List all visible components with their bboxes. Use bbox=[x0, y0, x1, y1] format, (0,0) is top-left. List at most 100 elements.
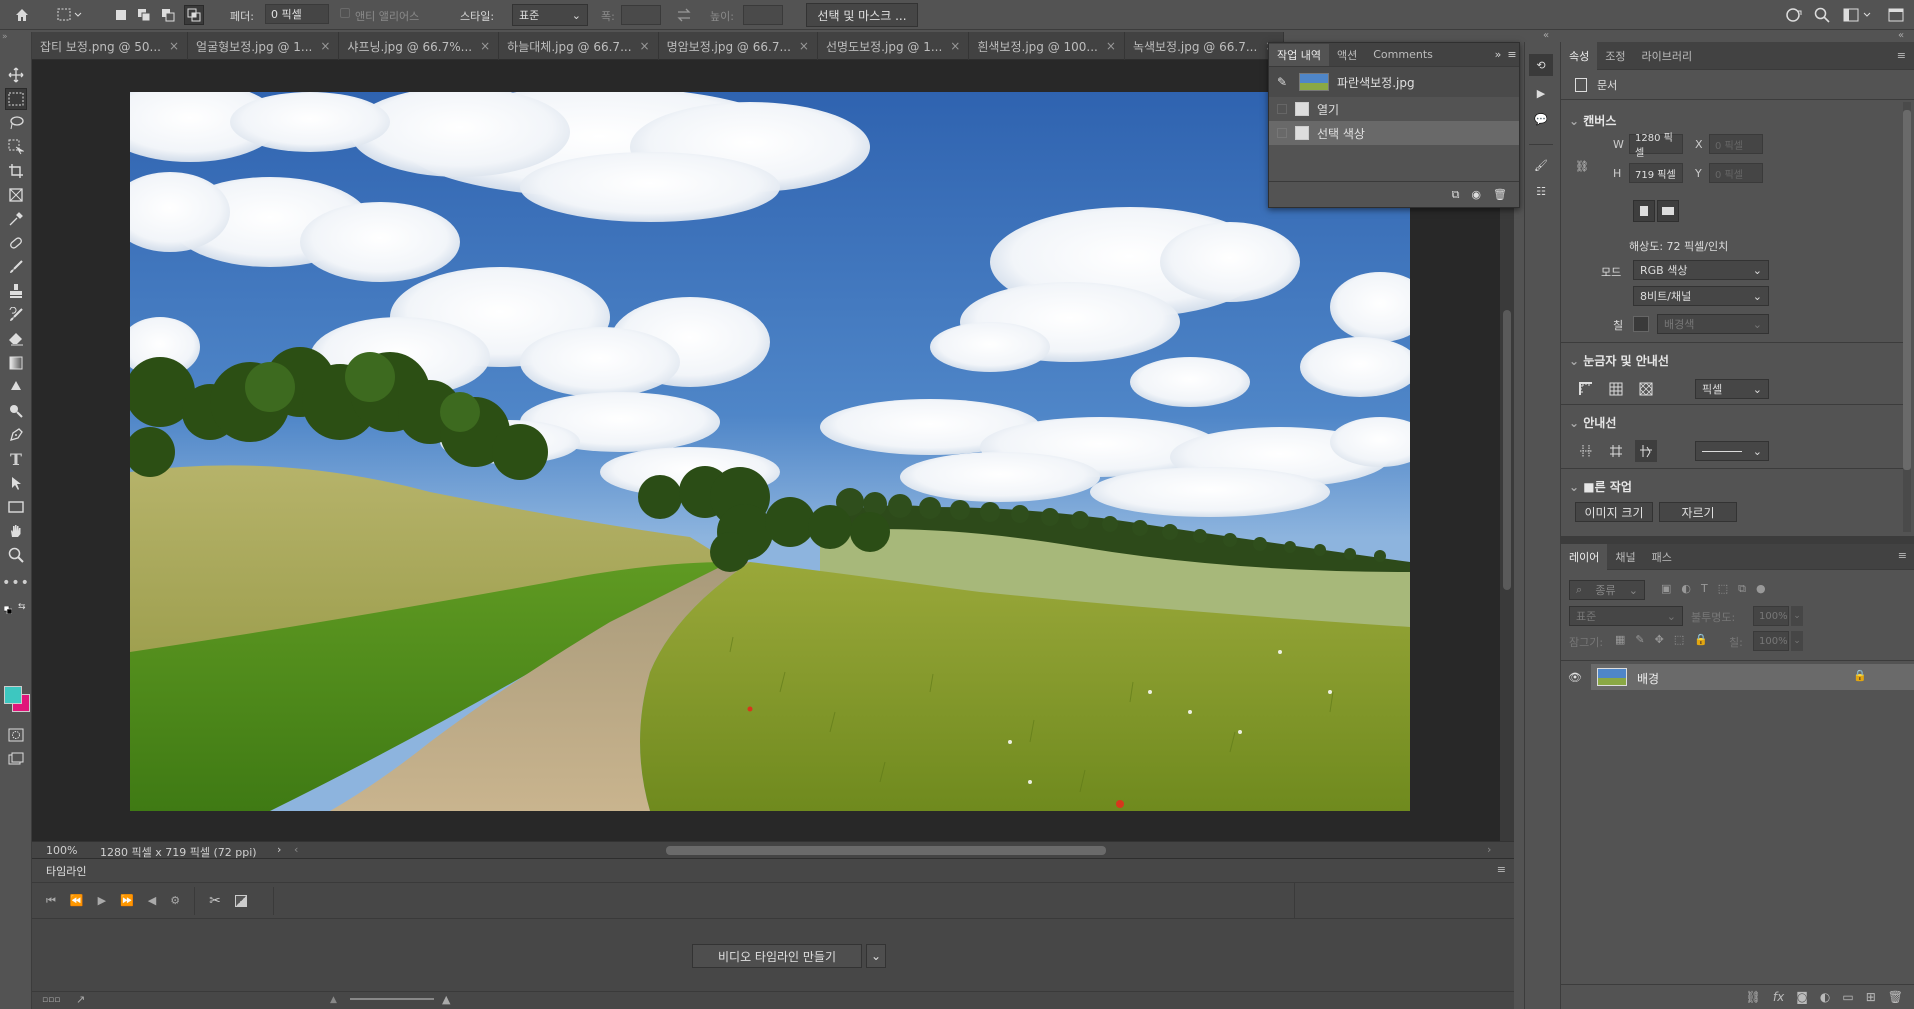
lasso-tool-icon[interactable] bbox=[5, 112, 27, 134]
close-icon[interactable]: × bbox=[799, 39, 809, 53]
quick-actions-title[interactable]: ⌄ ■른 작업 bbox=[1569, 478, 1632, 495]
dodge-tool-icon[interactable] bbox=[5, 400, 27, 422]
search-icon[interactable] bbox=[1812, 6, 1832, 24]
add-mask-icon[interactable]: ◙ bbox=[1796, 990, 1808, 1004]
scissors-icon[interactable]: ✂ bbox=[209, 893, 221, 909]
adjustment-filter-icon[interactable]: ◐ bbox=[1681, 582, 1691, 596]
opacity-input[interactable]: 100% bbox=[1753, 606, 1789, 626]
adjustment-layer-icon[interactable]: ◐ bbox=[1820, 990, 1830, 1004]
layer-name[interactable]: 배경 bbox=[1637, 670, 1659, 687]
chevron-down-icon[interactable]: ⌄ bbox=[1791, 606, 1803, 626]
lock-artboard-icon[interactable]: ⬚ bbox=[1674, 633, 1684, 646]
doc-tab[interactable]: 명암보정.jpg @ 66.7... × bbox=[659, 32, 818, 60]
quick-mask-icon[interactable] bbox=[5, 724, 27, 746]
convert-icon[interactable]: ↗ bbox=[76, 993, 85, 1006]
tab-channels[interactable]: 채널 bbox=[1607, 546, 1643, 568]
healing-brush-tool-icon[interactable] bbox=[5, 232, 27, 254]
canvas-x-input[interactable]: 0 픽셀 bbox=[1709, 134, 1763, 154]
horizontal-scrollbar-thumb[interactable] bbox=[666, 846, 1106, 855]
antialias-checkbox[interactable] bbox=[340, 8, 350, 18]
scrollbar-thumb[interactable] bbox=[1503, 310, 1511, 590]
bit-depth-select[interactable]: 8비트/채널 ⌄ bbox=[1633, 286, 1769, 306]
guide-smart-icon[interactable] bbox=[1635, 440, 1657, 462]
canvas-section-title[interactable]: ⌄ 캔버스 bbox=[1569, 112, 1616, 129]
filter-toggle-icon[interactable]: ● bbox=[1756, 582, 1766, 596]
history-snapshot[interactable]: ✎ 파란색보정.jpg bbox=[1269, 67, 1519, 97]
type-tool-icon[interactable]: T bbox=[5, 448, 27, 470]
intersect-selection-icon[interactable] bbox=[184, 5, 204, 25]
landscape-orientation-icon[interactable] bbox=[1657, 200, 1679, 222]
frame-tool-icon[interactable] bbox=[5, 184, 27, 206]
adjustments-sliders-icon[interactable]: ☷ bbox=[1529, 180, 1553, 202]
chevron-down-icon[interactable]: ⌄ bbox=[1791, 631, 1803, 651]
crop-button[interactable]: 자르기 bbox=[1659, 502, 1737, 522]
doc-tab[interactable]: 잡티 보정.png @ 50... × bbox=[32, 32, 189, 60]
panel-menu-icon[interactable]: ≡ bbox=[1898, 549, 1907, 562]
workspace-icon[interactable] bbox=[1842, 6, 1874, 24]
close-icon[interactable]: × bbox=[480, 39, 490, 53]
brush-tool-icon[interactable] bbox=[5, 256, 27, 278]
doc-tab[interactable]: 흰색보정.jpg @ 100... × bbox=[969, 32, 1125, 60]
zoom-tool-icon[interactable] bbox=[5, 544, 27, 566]
fill-swatch[interactable] bbox=[1633, 316, 1649, 332]
properties-scrollbar[interactable] bbox=[1903, 102, 1911, 532]
pen-tool-icon[interactable] bbox=[5, 424, 27, 446]
smart-object-filter-icon[interactable]: ⧉ bbox=[1738, 582, 1746, 596]
clone-stamp-tool-icon[interactable] bbox=[5, 280, 27, 302]
play-icon[interactable]: ▶ bbox=[98, 894, 106, 907]
first-frame-icon[interactable]: ⏮ bbox=[46, 894, 56, 908]
lock-icon[interactable]: 🔒 bbox=[1853, 669, 1867, 682]
gradient-tool-icon[interactable] bbox=[5, 352, 27, 374]
swap-colors-icon[interactable]: ⇆ bbox=[18, 602, 26, 612]
panel-menu-icon[interactable]: ≡ bbox=[1505, 44, 1519, 66]
scrollbar-thumb[interactable] bbox=[1903, 110, 1911, 470]
select-and-mask-button[interactable]: 선택 및 마스크 ... bbox=[806, 3, 918, 27]
folder-icon[interactable]: ▭ bbox=[1842, 990, 1853, 1004]
tab-paths[interactable]: 패스 bbox=[1644, 546, 1680, 568]
document-image[interactable] bbox=[130, 92, 1410, 811]
hand-tool-icon[interactable] bbox=[5, 520, 27, 542]
lock-position-icon[interactable]: ✥ bbox=[1655, 633, 1664, 646]
actions-play-icon[interactable]: ▶ bbox=[1529, 82, 1553, 104]
history-icon[interactable]: ⟲ bbox=[1529, 54, 1553, 76]
history-item[interactable]: 열기 bbox=[1269, 97, 1519, 121]
chevron-right-icon[interactable]: › bbox=[277, 843, 281, 856]
lock-transparent-icon[interactable]: ▦ bbox=[1615, 633, 1625, 646]
screen-mode-icon[interactable] bbox=[5, 748, 27, 770]
tab-properties[interactable]: 속성 bbox=[1561, 41, 1598, 70]
tab-actions[interactable]: 액션 bbox=[1329, 44, 1365, 66]
pixel-filter-icon[interactable]: ▣ bbox=[1661, 582, 1671, 596]
rulers-section-title[interactable]: ⌄ 눈금자 및 안내선 bbox=[1569, 352, 1669, 369]
next-frame-icon[interactable]: ⏩ bbox=[120, 894, 134, 907]
frames-icon[interactable]: ▫▫▫ bbox=[42, 995, 60, 1005]
expand-panel-icon[interactable]: » bbox=[1491, 44, 1505, 66]
zoom-slider[interactable] bbox=[350, 998, 434, 1000]
eyedropper-tool-icon[interactable] bbox=[5, 208, 27, 230]
scroll-left-icon[interactable]: ‹ bbox=[294, 843, 298, 856]
share-icon[interactable] bbox=[1784, 6, 1804, 24]
guide-vertical-icon[interactable] bbox=[1575, 440, 1597, 462]
tab-libraries[interactable]: 라이브러리 bbox=[1634, 45, 1701, 67]
blur-tool-icon[interactable] bbox=[5, 376, 27, 398]
rectangle-tool-icon[interactable] bbox=[5, 496, 27, 518]
expand-toolbar-icon[interactable]: » bbox=[2, 32, 8, 42]
ruler-icon[interactable] bbox=[1575, 378, 1597, 400]
close-icon[interactable]: × bbox=[640, 39, 650, 53]
eye-icon[interactable]: 👁 bbox=[1561, 664, 1589, 690]
collapse-left-icon[interactable]: « bbox=[1543, 30, 1549, 41]
guide-layout-icon[interactable] bbox=[1605, 440, 1627, 462]
history-checkbox[interactable] bbox=[1277, 104, 1287, 114]
close-icon[interactable]: × bbox=[169, 39, 179, 53]
swap-icon[interactable] bbox=[675, 6, 693, 24]
trash-icon[interactable]: 🗑 bbox=[1493, 188, 1507, 201]
previous-frame-icon[interactable]: ⏪ bbox=[70, 894, 84, 907]
doc-tab[interactable]: 얼굴형보정.jpg @ 1... × bbox=[188, 32, 340, 60]
panel-menu-icon[interactable]: ≡ bbox=[1497, 863, 1506, 876]
style-select[interactable]: 표준 ⌄ bbox=[512, 4, 588, 26]
rectangular-marquee-tool-icon[interactable] bbox=[5, 88, 27, 110]
marquee-preset-icon[interactable] bbox=[56, 5, 84, 25]
add-selection-icon[interactable] bbox=[136, 7, 152, 23]
panel-menu-icon[interactable]: ≡ bbox=[1897, 49, 1906, 62]
link-icon[interactable]: ⛓ bbox=[1575, 160, 1589, 173]
new-selection-icon[interactable] bbox=[113, 7, 129, 23]
